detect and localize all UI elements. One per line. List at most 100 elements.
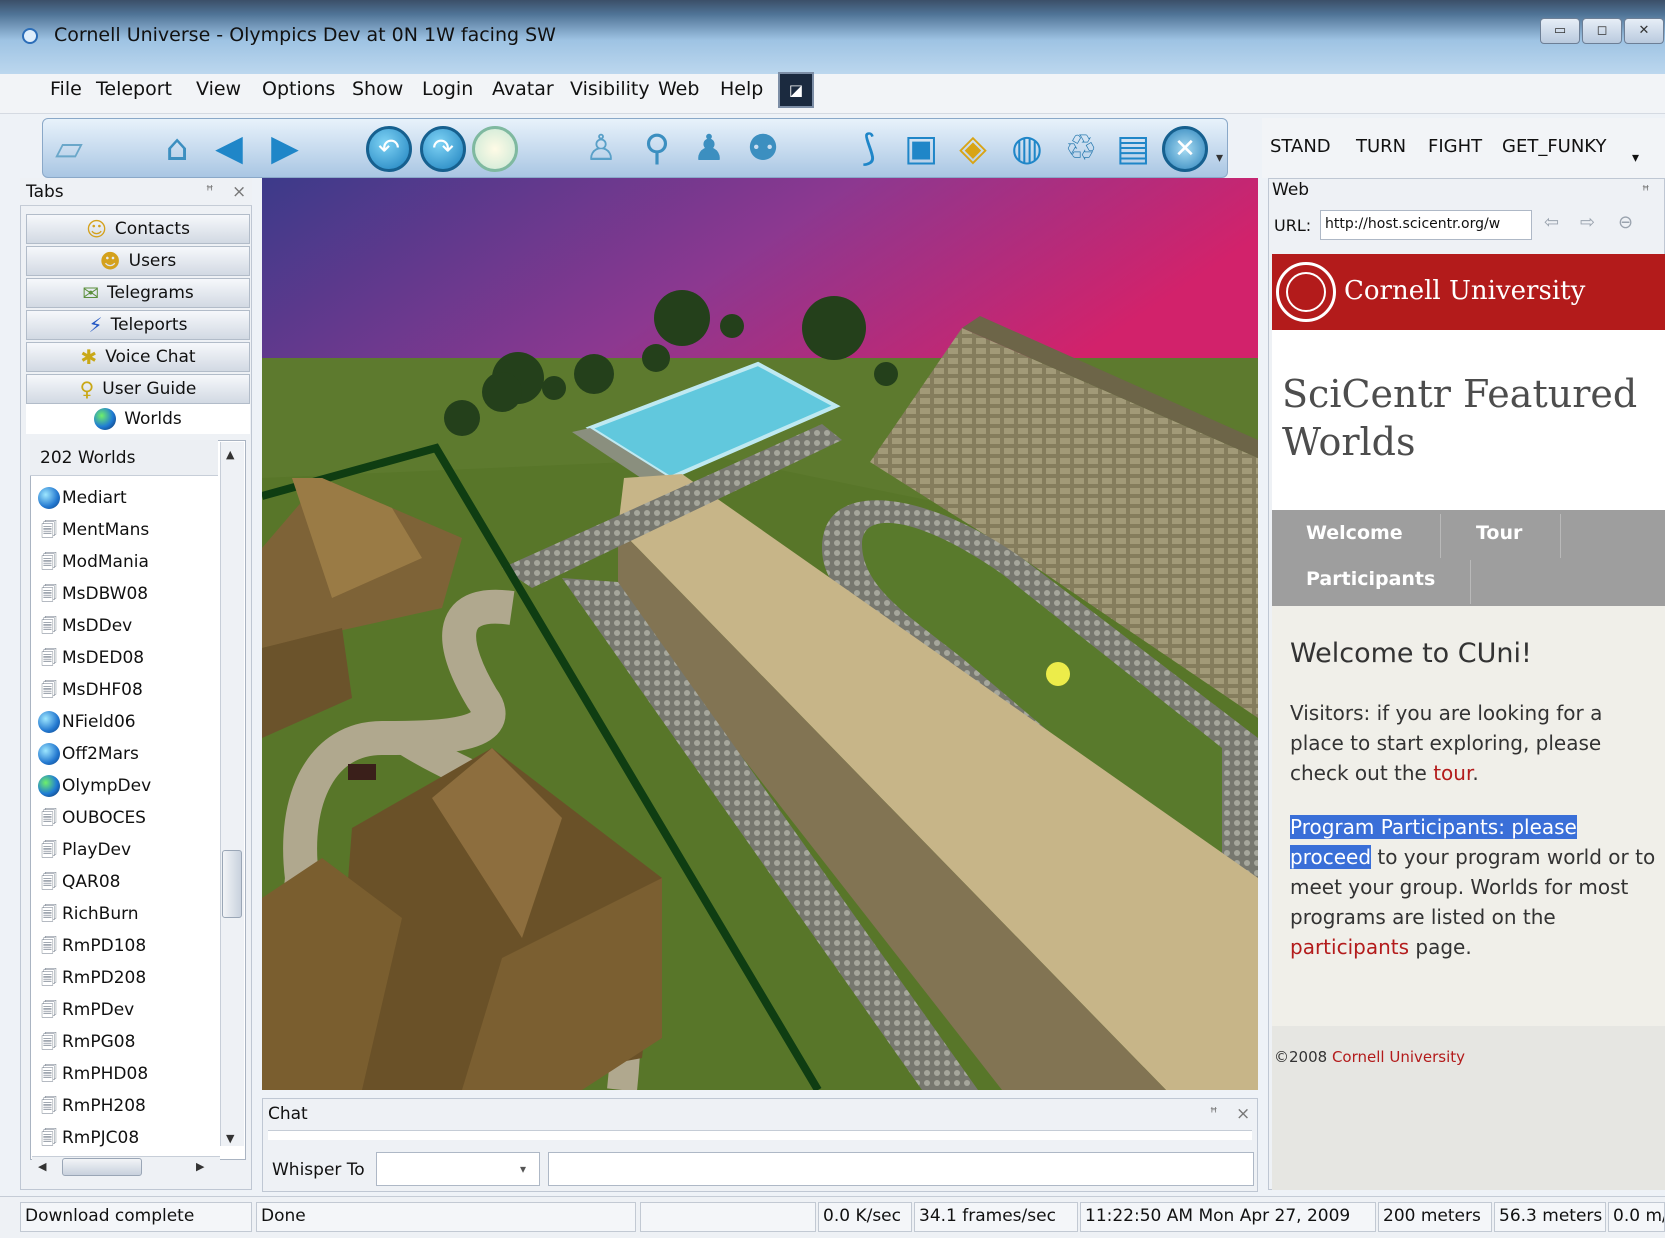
world-item-rmpg08[interactable]: 🗐 RmPG08 — [38, 1026, 135, 1058]
menu-view[interactable]: View — [196, 78, 241, 100]
tab-users[interactable]: ☻ Users — [26, 246, 250, 276]
menu-options[interactable]: Options — [262, 78, 335, 100]
status-visibility-range: 200 meters — [1378, 1202, 1492, 1232]
world-item-ouboces[interactable]: 🗐 OUBOCES — [38, 802, 146, 834]
participants-link[interactable]: participants — [1290, 935, 1409, 959]
nav-participants[interactable]: Participants — [1306, 568, 1435, 590]
world-item-rmpd208[interactable]: 🗐 RmPD208 — [38, 962, 146, 994]
world-item-rmpdev[interactable]: 🗐 RmPDev — [38, 994, 134, 1026]
chevron-down-icon[interactable]: ▾ — [520, 1162, 526, 1176]
menu-visibility[interactable]: Visibility — [570, 78, 650, 100]
world-file-icon: 🗐 — [41, 1032, 57, 1051]
worlds-vertical-scrollbar[interactable] — [220, 442, 244, 1146]
camera-icon[interactable]: ▤ — [1110, 126, 1156, 172]
world-item-qar08[interactable]: 🗐 QAR08 — [38, 866, 120, 898]
tab-teleports[interactable]: ⚡ Teleports — [26, 310, 250, 340]
action-get-funky[interactable]: GET_FUNKY — [1502, 136, 1606, 157]
world-item-olympdev[interactable]: ●OlympDev — [38, 770, 151, 802]
menu-help[interactable]: Help — [720, 78, 763, 100]
menu-teleport[interactable]: Teleport — [96, 78, 172, 100]
nav-tour[interactable]: Tour — [1476, 522, 1522, 544]
web-stop-icon[interactable]: ⊖ — [1618, 212, 1633, 233]
world-item-nfield06[interactable]: ●NField06 — [38, 706, 136, 738]
home-icon[interactable]: ⌂ — [154, 126, 200, 172]
avatar-icon[interactable]: ♙ — [578, 126, 624, 172]
monitor-icon[interactable]: ▣ — [898, 126, 944, 172]
world-item-mentmans[interactable]: 🗐 MentMans — [38, 514, 149, 546]
tab-worlds[interactable]: ● Worlds — [26, 404, 250, 434]
action-turn[interactable]: TURN — [1356, 136, 1406, 157]
chat-log — [268, 1130, 1252, 1140]
menu-file[interactable]: File — [50, 78, 82, 100]
world-item-rmpd108[interactable]: 🗐 RmPD108 — [38, 930, 146, 962]
redo-icon[interactable]: ↷ — [420, 126, 466, 172]
tour-link[interactable]: tour — [1433, 761, 1472, 785]
tab-voice-chat[interactable]: ✱ Voice Chat — [26, 342, 250, 372]
pin-icon[interactable]: ꟸ — [1642, 184, 1650, 199]
world-item-mediart[interactable]: ●Mediart — [38, 482, 127, 514]
menu-web[interactable]: Web — [658, 78, 699, 100]
tab-contacts[interactable]: ☺ Contacts — [26, 214, 250, 244]
menu-login[interactable]: Login — [422, 78, 473, 100]
pin-icon[interactable]: ꟸ — [1210, 1106, 1218, 1121]
close-circle-icon[interactable]: ✕ — [1162, 126, 1208, 172]
url-input[interactable]: http://host.scicentr.org/w — [1320, 210, 1532, 240]
world-file-icon: 🗐 — [41, 552, 57, 571]
maximize-button[interactable]: ◻ — [1582, 18, 1622, 44]
action-stand[interactable]: STAND — [1270, 136, 1331, 157]
toolbar-overflow-icon[interactable]: ▾ — [1216, 150, 1223, 166]
tab-user-guide[interactable]: ♀ User Guide — [26, 374, 250, 404]
minimize-button[interactable]: ▭ — [1540, 18, 1580, 44]
forward-arrow-icon[interactable]: ▶ — [262, 126, 308, 172]
chat-input[interactable] — [548, 1152, 1254, 1186]
world-item-msdhf08[interactable]: 🗐 MsDHF08 — [38, 674, 143, 706]
scroll-down-icon[interactable]: ▼ — [226, 1132, 234, 1145]
cornell-university-logo[interactable]: Cornell University — [1344, 276, 1585, 306]
people-globe-icon[interactable]: ⚉ — [740, 126, 786, 172]
worlds-count-header[interactable]: 202 Worlds — [30, 440, 218, 476]
scroll-right-icon[interactable]: ▶ — [196, 1160, 204, 1173]
world-item-rmpjc08[interactable]: 🗐 RmPJC08 — [38, 1122, 139, 1154]
scroll-left-icon[interactable]: ◀ — [38, 1160, 46, 1173]
web-back-icon[interactable]: ⇦ — [1544, 212, 1559, 233]
menu-show[interactable]: Show — [352, 78, 403, 100]
open-folder-icon[interactable]: ▱ — [46, 126, 92, 172]
world-item-msdbw08[interactable]: 🗐 MsDBW08 — [38, 578, 148, 610]
panel-close-icon[interactable]: × — [1236, 1104, 1250, 1124]
status-transfer-rate: 0.0 K/sec — [818, 1202, 912, 1232]
scrollbar-thumb[interactable] — [222, 850, 242, 918]
panel-close-icon[interactable]: × — [232, 182, 246, 202]
nav-separator — [1440, 514, 1441, 558]
whisper-to-select[interactable] — [376, 1152, 540, 1186]
close-button[interactable]: ✕ — [1624, 18, 1664, 44]
recycle-icon[interactable]: ♲ — [1058, 126, 1104, 172]
copyright-link[interactable]: Cornell University — [1332, 1048, 1465, 1066]
world-item-modmania[interactable]: 🗐 ModMania — [38, 546, 149, 578]
web-forward-icon[interactable]: ⇨ — [1580, 212, 1595, 233]
world-name: MsDBW08 — [62, 584, 149, 604]
chat-bubble-icon[interactable]: ◍ — [1004, 126, 1050, 172]
menu-avatar[interactable]: Avatar — [492, 78, 554, 100]
world-item-richburn[interactable]: 🗐 RichBurn — [38, 898, 139, 930]
horizontal-scrollbar-thumb[interactable] — [62, 1158, 142, 1176]
world-item-msded08[interactable]: 🗐 MsDED08 — [38, 642, 144, 674]
teleport-beam-icon[interactable]: ⚲ — [634, 126, 680, 172]
back-arrow-icon[interactable]: ◀ — [206, 126, 252, 172]
light-icon[interactable] — [472, 126, 518, 172]
world-item-rmphd08[interactable]: 🗐 RmPHD08 — [38, 1058, 148, 1090]
actions-overflow-icon[interactable]: ▾ — [1632, 150, 1639, 166]
world-item-playdev[interactable]: 🗐 PlayDev — [38, 834, 131, 866]
world-item-msddev[interactable]: 🗐 MsDDev — [38, 610, 132, 642]
whistle-icon[interactable]: ⟆ — [846, 126, 892, 172]
scroll-up-icon[interactable]: ▲ — [226, 448, 234, 461]
nav-welcome[interactable]: Welcome — [1306, 522, 1403, 544]
pin-icon[interactable]: ꟸ — [206, 184, 214, 199]
action-fight[interactable]: FIGHT — [1428, 136, 1482, 157]
3d-world-viewport[interactable] — [262, 178, 1258, 1090]
world-item-off2mars[interactable]: ●Off2Mars — [38, 738, 139, 770]
group-icon[interactable]: ♟ — [686, 126, 732, 172]
world-item-rmph208[interactable]: 🗐 RmPH208 — [38, 1090, 146, 1122]
flash-icon[interactable]: ◈ — [950, 126, 996, 172]
tab-telegrams[interactable]: ✉ Telegrams — [26, 278, 250, 308]
undo-icon[interactable]: ↶ — [366, 126, 412, 172]
